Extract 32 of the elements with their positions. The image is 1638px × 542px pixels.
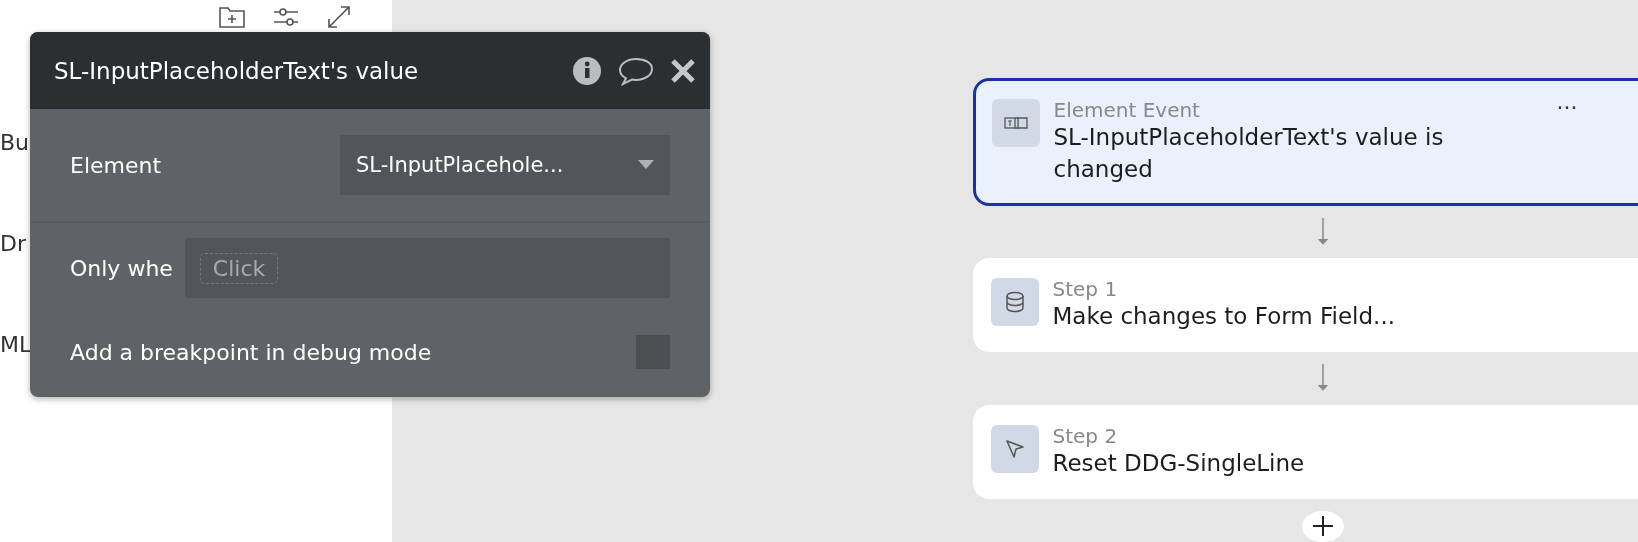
element-dropdown[interactable]: SL-InputPlacehole... bbox=[340, 135, 670, 195]
card-label: Step 1 bbox=[1052, 278, 1119, 301]
close-icon[interactable] bbox=[670, 57, 696, 84]
arrow-icon bbox=[1315, 364, 1330, 393]
sliders-icon[interactable] bbox=[272, 5, 300, 29]
element-label: Bu bbox=[0, 130, 30, 155]
expand-icon[interactable] bbox=[326, 4, 352, 30]
cursor-icon bbox=[1004, 438, 1025, 459]
plus-icon bbox=[1311, 515, 1334, 538]
card-label: Element Event bbox=[1053, 99, 1201, 121]
workflow-card[interactable]: Element Event SL-InputPlaceholderText's value is changed ··· bbox=[972, 78, 1638, 206]
info-icon[interactable] bbox=[572, 55, 602, 86]
field-label: Only whe bbox=[70, 255, 173, 281]
field-label: Element bbox=[70, 152, 162, 178]
arrow-icon bbox=[1315, 218, 1330, 247]
comment-icon[interactable] bbox=[618, 55, 654, 86]
more-menu[interactable]: ··· bbox=[1556, 95, 1578, 120]
workflow-card[interactable]: Step 2 Reset DDG-SingleLine bbox=[972, 404, 1638, 499]
field-label: Add a breakpoint in debug mode bbox=[70, 339, 432, 365]
database-icon bbox=[1004, 291, 1025, 314]
add-folder-icon[interactable] bbox=[218, 5, 246, 29]
popup-title: SL-InputPlaceholderText's value bbox=[54, 57, 419, 84]
workflow-card[interactable]: Step 1 Make changes to Form Field... bbox=[972, 258, 1638, 353]
card-title: Make changes to Form Field... bbox=[1052, 302, 1396, 332]
input-field-icon bbox=[1003, 115, 1028, 131]
card-title: Reset DDG-SingleLine bbox=[1052, 448, 1306, 478]
add-step-button[interactable] bbox=[1301, 510, 1344, 542]
caret-icon bbox=[638, 160, 654, 170]
card-title: SL-InputPlaceholderText's value is changed bbox=[1053, 123, 1445, 184]
element-label: Dr bbox=[0, 231, 27, 256]
element-label: ML bbox=[0, 332, 30, 357]
card-label: Step 2 bbox=[1052, 424, 1119, 447]
